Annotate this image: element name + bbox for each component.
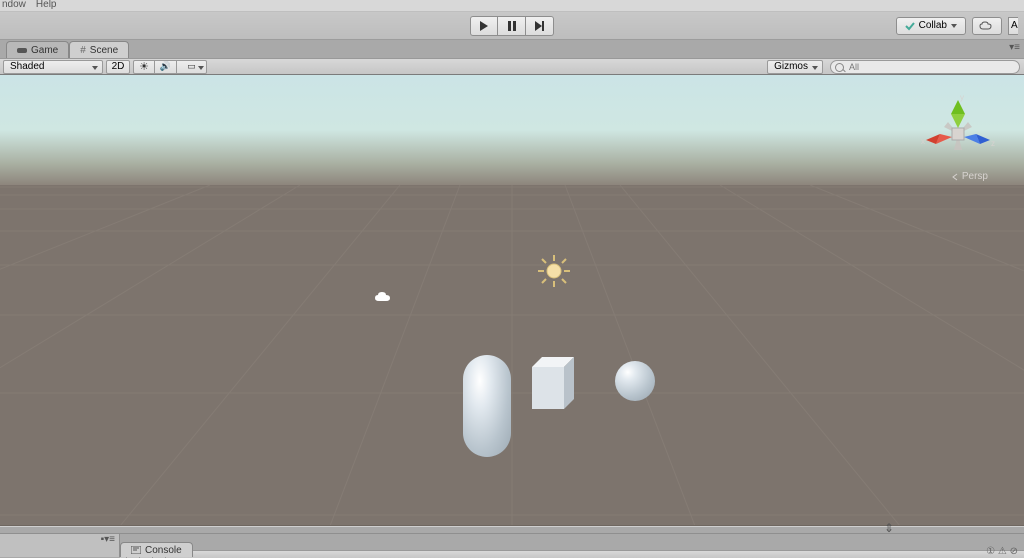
- sphere-object[interactable]: [615, 361, 655, 401]
- tab-scene[interactable]: # Scene: [69, 41, 129, 58]
- view-2d-label: 2D: [112, 61, 125, 72]
- toolbar-right-group: Collab A: [896, 17, 1018, 35]
- step-button[interactable]: [526, 16, 554, 36]
- cube-object[interactable]: [522, 355, 584, 417]
- audio-toggle[interactable]: 🔊: [155, 60, 177, 74]
- axis-x-label: x: [921, 137, 925, 146]
- scene-viewport[interactable]: x y z Persp: [0, 75, 1024, 526]
- cloud-icon: [979, 21, 995, 31]
- orientation-gizmo[interactable]: x y z: [918, 89, 998, 179]
- image-icon: ▭: [187, 61, 196, 72]
- fog-gizmo-icon: [374, 290, 396, 304]
- light-gizmo-icon: [536, 253, 572, 289]
- playback-controls: [470, 16, 554, 36]
- menu-help[interactable]: Help: [36, 0, 57, 10]
- collab-label: Collab: [919, 20, 947, 31]
- shading-mode-dropdown[interactable]: Shaded: [3, 60, 103, 74]
- panel-menu-icon[interactable]: ▪▾≡: [101, 534, 115, 545]
- axis-z-label: z: [991, 139, 995, 148]
- search-placeholder: All: [849, 62, 859, 72]
- tab-game-label: Game: [31, 45, 58, 56]
- chevron-down-icon: [951, 24, 957, 28]
- pause-button[interactable]: [498, 16, 526, 36]
- menu-window[interactable]: ndow: [2, 0, 26, 10]
- gizmos-dropdown[interactable]: Gizmos: [767, 60, 823, 74]
- tab-console-label: Console: [145, 545, 182, 556]
- account-button-fragment[interactable]: A: [1008, 17, 1018, 35]
- view-2d-toggle[interactable]: 2D: [106, 60, 130, 74]
- tab-scene-label: Scene: [90, 45, 118, 56]
- panel-menu-icon[interactable]: ▾≡: [1009, 42, 1020, 53]
- capsule-object[interactable]: [463, 355, 511, 457]
- scene-toolbar-right: Gizmos All: [767, 60, 1020, 74]
- console-icon: [131, 546, 141, 554]
- cloud-button[interactable]: [972, 17, 1002, 35]
- check-icon: [905, 21, 915, 31]
- console-toolbar: [120, 550, 1024, 558]
- bottom-panel: ▪▾≡ Console ① ⚠ ⊘: [0, 534, 1024, 557]
- gizmos-label: Gizmos: [774, 61, 808, 72]
- sun-icon: ☀: [139, 60, 149, 73]
- console-filter-icons[interactable]: ① ⚠ ⊘: [986, 546, 1018, 557]
- hierarchy-panel-edge: ▪▾≡: [0, 534, 120, 557]
- audio-icon: 🔊: [160, 61, 171, 72]
- chevron-left-icon: [951, 173, 959, 181]
- panel-splitter[interactable]: ⇕: [0, 526, 1024, 534]
- floor-grid: [0, 75, 1024, 526]
- tab-console[interactable]: Console: [120, 542, 193, 557]
- search-input[interactable]: All: [830, 60, 1020, 74]
- lighting-toggle[interactable]: ☀: [133, 60, 155, 74]
- shading-mode-label: Shaded: [10, 61, 44, 72]
- menu-bar: ndow Help: [0, 0, 1024, 12]
- game-icon: [17, 45, 27, 55]
- scene-toolbar: Shaded 2D ☀ 🔊 ▭ Gizmos All: [0, 58, 1024, 75]
- tab-bar: Game # Scene ▾≡: [0, 40, 1024, 58]
- collab-button[interactable]: Collab: [896, 17, 966, 35]
- bottom-tab-bar: Console: [120, 541, 193, 557]
- top-toolbar: Collab A: [0, 12, 1024, 40]
- chevron-down-icon: [198, 66, 204, 70]
- scene-icon-group: ☀ 🔊 ▭: [133, 60, 207, 74]
- tab-game[interactable]: Game: [6, 41, 69, 58]
- effects-dropdown[interactable]: ▭: [177, 60, 207, 74]
- play-button[interactable]: [470, 16, 498, 36]
- axis-y-label: y: [960, 93, 964, 102]
- projection-label[interactable]: Persp: [951, 171, 988, 182]
- resize-handle-icon: ⇕: [884, 521, 894, 535]
